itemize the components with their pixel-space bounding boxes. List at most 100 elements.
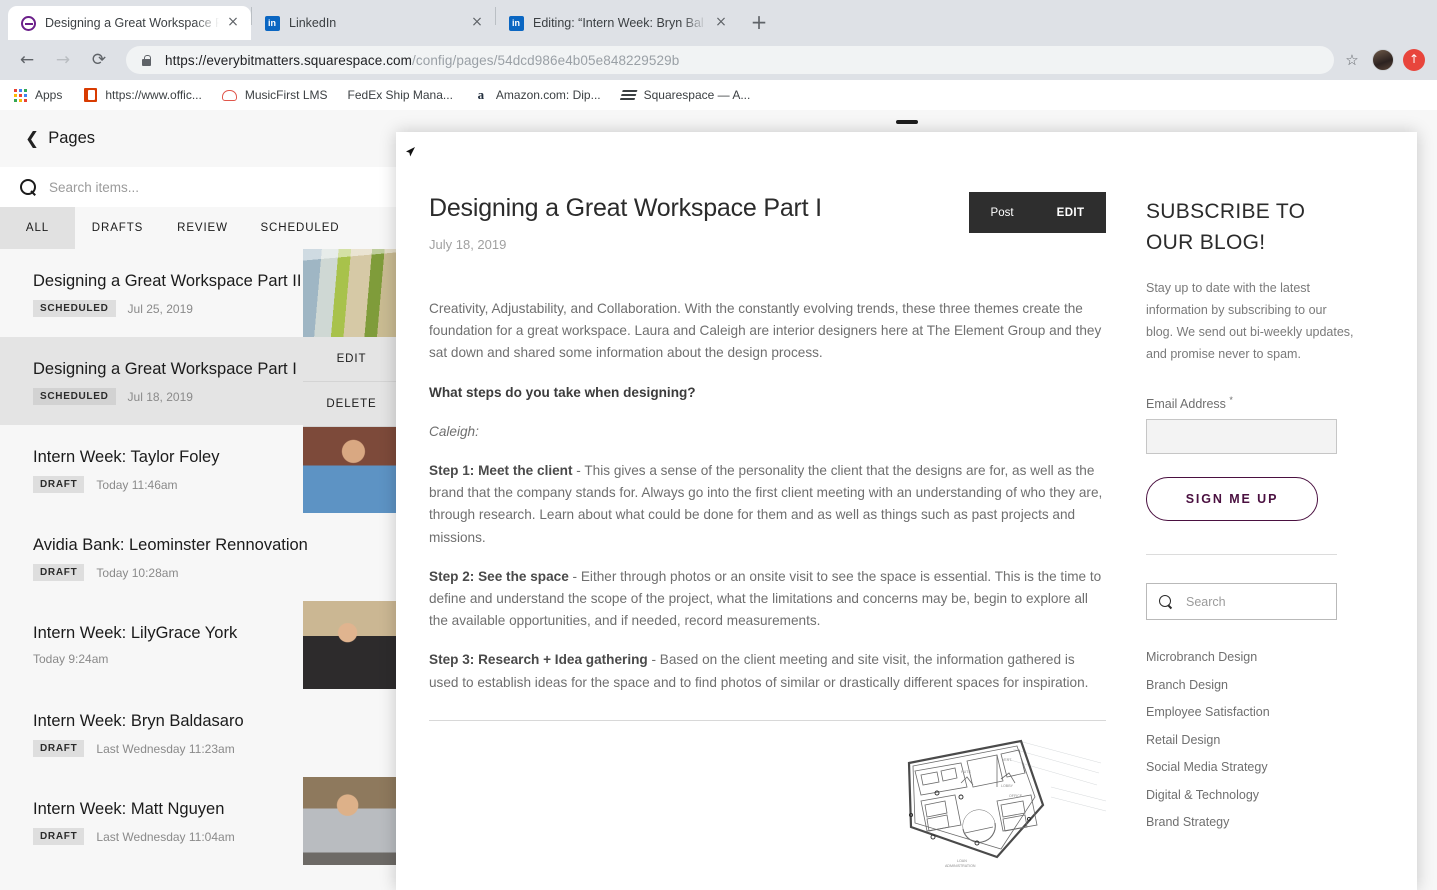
svg-text:OFFICE: OFFICE — [1009, 794, 1023, 798]
close-icon[interactable]: × — [225, 15, 241, 31]
category-list: Microbranch Design Branch Design Employe… — [1146, 650, 1356, 829]
list-item-thumbnail — [303, 777, 400, 865]
bookmark-apps[interactable]: Apps — [12, 87, 62, 103]
post-label: Post — [990, 206, 1014, 219]
edit-button[interactable]: EDIT — [303, 337, 400, 382]
search-input[interactable]: Search items... — [49, 180, 139, 195]
tab-review[interactable]: REVIEW — [160, 207, 245, 249]
bookmark-fedex[interactable]: FedEx Ship Mana... — [348, 88, 453, 102]
sign-me-up-button[interactable]: SIGN ME UP — [1146, 477, 1318, 522]
delete-button[interactable]: DELETE — [303, 382, 400, 427]
list-item[interactable]: Designing a Great Workspace Part II SCHE… — [0, 249, 400, 337]
category-link[interactable]: Digital & Technology — [1146, 788, 1356, 802]
blog-search-box[interactable]: Search — [1146, 583, 1337, 621]
profile-avatar[interactable] — [1372, 49, 1394, 71]
list-item-date: Last Wednesday 11:23am — [96, 741, 235, 756]
new-tab-button[interactable]: + — [745, 9, 773, 37]
list-item[interactable]: Intern Week: LilyGrace York Today 9:24am — [0, 601, 400, 689]
tab-title: Designing a Great Workspace P — [45, 16, 219, 30]
address-bar[interactable]: https://everybitmatters.squarespace.com/… — [126, 46, 1334, 74]
article-step-3: Step 3: Research + Idea gathering - Base… — [429, 649, 1106, 693]
category-link[interactable]: Retail Design — [1146, 733, 1356, 747]
svg-text:VEST.: VEST. — [1002, 758, 1012, 762]
list-item-date: Today 10:28am — [96, 565, 179, 580]
aside-divider — [1146, 554, 1337, 556]
tab-drafts[interactable]: DRAFTS — [75, 207, 160, 249]
forward-icon[interactable]: → — [48, 45, 78, 75]
bookmark-squarespace[interactable]: Squarespace — A... — [619, 87, 751, 103]
list-item[interactable]: Intern Week: Bryn Baldasaro DRAFT Last W… — [0, 689, 400, 777]
article-date: July 18, 2019 — [429, 237, 507, 252]
modal-drag-handle[interactable] — [896, 120, 918, 124]
svg-text:HUTS: HUTS — [961, 770, 971, 774]
category-link[interactable]: Social Media Strategy — [1146, 760, 1356, 774]
post-edit-toolbar[interactable]: Post EDIT — [969, 192, 1106, 233]
list-item-date: Today 9:24am — [33, 652, 109, 666]
apps-grid-icon — [12, 87, 28, 103]
bookmark-label: Apps — [35, 88, 63, 102]
tab-title: Editing: “Intern Week: Bryn Bal — [533, 16, 704, 30]
update-icon[interactable]: ↑ — [1403, 49, 1425, 71]
bookmark-label: Squarespace — A... — [643, 88, 751, 102]
bookmark-star-icon[interactable]: ☆ — [1340, 51, 1364, 69]
article-step-2: Step 2: See the space - Either through p… — [429, 566, 1106, 633]
list-item-meta: DRAFT Last Wednesday 11:23am — [33, 740, 400, 757]
article-title-block: Designing a Great Workspace Part I July … — [429, 192, 822, 252]
chevron-left-icon[interactable]: ❮ — [25, 129, 39, 149]
category-link[interactable]: Employee Satisfaction — [1146, 705, 1356, 719]
subscribe-heading: SUBSCRIBE TO OUR BLOG! — [1146, 200, 1306, 254]
email-label-text: Email Address — [1146, 397, 1226, 412]
url-host: https://everybitmatters.squarespace.com — [165, 52, 413, 68]
list-item-date: Last Wednesday 11:04am — [96, 829, 235, 844]
list-item[interactable]: Intern Week: Matt Nguyen DRAFT Last Wedn… — [0, 777, 400, 865]
list-item[interactable]: Avidia Bank: Leominster Rennovation DRAF… — [0, 513, 400, 601]
category-link[interactable]: Microbranch Design — [1146, 650, 1356, 664]
status-badge: DRAFT — [33, 564, 85, 581]
step-label: Step 2: See the space — [429, 568, 569, 584]
edit-button[interactable]: EDIT — [1057, 207, 1085, 219]
bookmark-amazon[interactable]: a Amazon.com: Dip... — [473, 87, 601, 103]
browser-tab-2[interactable]: in Editing: “Intern Week: Bryn Bal × — [496, 6, 739, 40]
reload-icon[interactable]: ⟳ — [84, 45, 114, 75]
category-link[interactable]: Brand Strategy — [1146, 815, 1356, 829]
search-icon — [1159, 594, 1173, 609]
close-icon[interactable]: × — [713, 15, 729, 31]
status-badge: DRAFT — [33, 740, 85, 757]
floorplan-image: HUTS OFFICE VEST. LOBBY LOAN ADMINISTRAT… — [901, 739, 1106, 879]
close-icon[interactable]: × — [469, 15, 485, 31]
step-label: Step 3: Research + Idea gathering — [429, 652, 648, 668]
category-link[interactable]: Branch Design — [1146, 678, 1356, 692]
list-item-thumbnail — [303, 249, 400, 337]
browser-toolbar: ← → ⟳ https://everybitmatters.squarespac… — [0, 40, 1437, 80]
bookmark-label: MusicFirst LMS — [244, 88, 328, 102]
blog-sidebar: SUBSCRIBE TO OUR BLOG! Stay up to date w… — [1136, 192, 1386, 890]
back-icon[interactable]: ← — [12, 45, 42, 75]
article-header: Designing a Great Workspace Part I July … — [429, 192, 1106, 252]
tab-scheduled[interactable]: SCHEDULED — [245, 207, 355, 249]
preview-content: Designing a Great Workspace Part I July … — [396, 132, 1417, 890]
bookmark-musicfirst[interactable]: MusicFirst LMS — [222, 87, 328, 103]
list-item[interactable]: Intern Week: Taylor Foley DRAFT Today 11… — [0, 425, 400, 513]
list-item-thumbnail — [303, 425, 400, 513]
browser-tab-0[interactable]: Designing a Great Workspace P × — [8, 6, 251, 40]
tab-all[interactable]: ALL — [0, 207, 75, 249]
linkedin-icon: in — [264, 15, 280, 31]
bookmark-office[interactable]: https://www.offic... — [82, 87, 202, 103]
list-item-date: Jul 18, 2019 — [127, 389, 193, 404]
list-item-meta: DRAFT Today 10:28am — [33, 564, 400, 581]
squarespace-e-icon — [20, 15, 36, 31]
list-item-title: Avidia Bank: Leominster Rennovation — [33, 536, 308, 554]
amazon-icon: a — [477, 87, 485, 102]
cloud-icon — [222, 87, 238, 103]
browser-tab-1[interactable]: in LinkedIn × — [252, 6, 495, 40]
search-items-row[interactable]: Search items... — [0, 167, 400, 207]
squarespace-icon — [619, 87, 638, 103]
search-input[interactable]: Search — [1186, 595, 1226, 609]
svg-text:ADMINISTRATION: ADMINISTRATION — [945, 864, 976, 868]
required-marker: * — [1229, 395, 1233, 405]
email-field[interactable] — [1146, 419, 1337, 455]
article-title: Designing a Great Workspace Part I — [429, 194, 822, 222]
bookmark-label: Amazon.com: Dip... — [495, 88, 601, 102]
list-item-hover-actions: EDIT DELETE — [303, 337, 400, 427]
page-title: Pages — [48, 129, 96, 147]
